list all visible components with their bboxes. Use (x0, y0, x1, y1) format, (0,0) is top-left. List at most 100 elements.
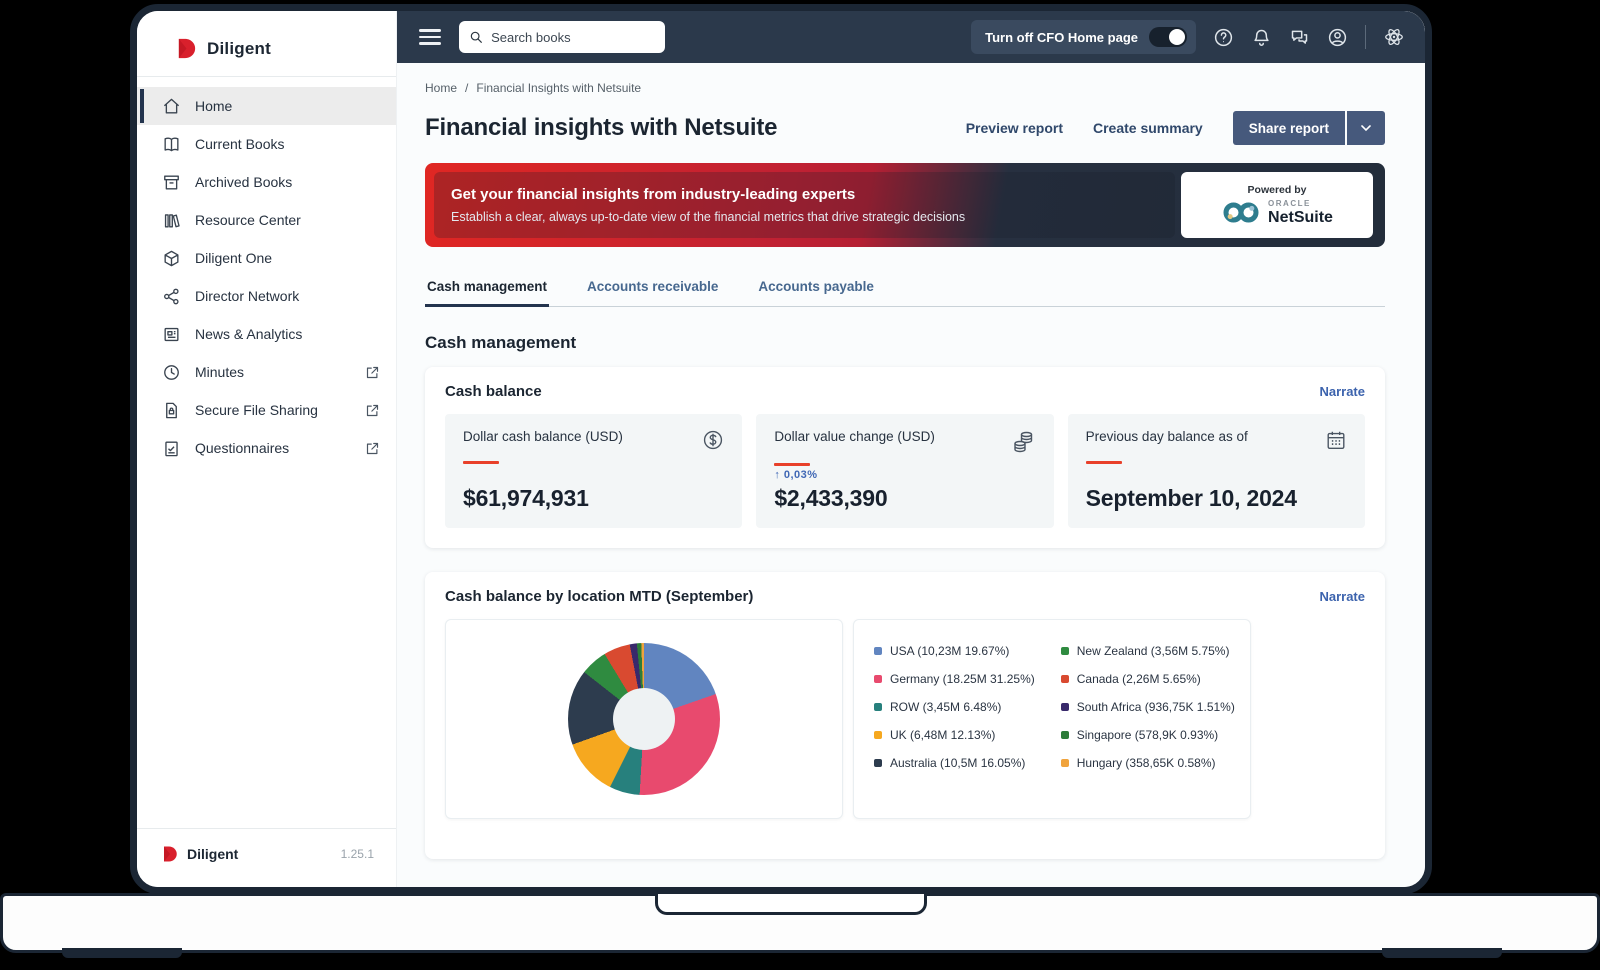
sidebar-item-diligent-one[interactable]: Diligent One (137, 239, 396, 277)
legend-label: Australia (10,5M 16.05%) (890, 756, 1025, 770)
tab-cash-management[interactable]: Cash management (425, 273, 549, 307)
legend-item: Hungary (358,65K 0.58%) (1061, 756, 1235, 770)
sidebar-footer: Diligent 1.25.1 (137, 828, 396, 887)
cfo-home-toggle-label: Turn off CFO Home page (985, 30, 1138, 45)
secure-file-icon (162, 401, 181, 420)
legend-swatch (874, 759, 882, 767)
menu-icon[interactable] (419, 29, 441, 45)
external-link-icon (365, 441, 380, 456)
profile-icon[interactable] (1327, 27, 1348, 48)
library-icon (162, 211, 181, 230)
sidebar-item-home[interactable]: Home (137, 87, 396, 125)
laptop-foot-left (62, 948, 182, 958)
report-tabs: Cash management Accounts receivable Acco… (425, 273, 1385, 307)
notifications-bell-icon[interactable] (1251, 27, 1272, 48)
oracle-label: ORACLE (1268, 199, 1333, 208)
sidebar-item-label: News & Analytics (195, 326, 302, 342)
accent-bar (463, 461, 499, 464)
page-title: Financial insights with Netsuite (425, 114, 777, 142)
sidebar-item-label: Current Books (195, 136, 284, 152)
legend-label: Hungary (358,65K 0.58%) (1077, 756, 1216, 770)
sidebar-item-label: Questionnaires (195, 440, 289, 456)
share-report-dropdown-button[interactable] (1347, 111, 1385, 145)
search-input[interactable] (491, 30, 655, 45)
netsuite-label: NetSuite (1268, 209, 1333, 227)
main-area: Turn off CFO Home page Home / Financial … (397, 11, 1425, 887)
legend-label: Canada (2,26M 5.65%) (1077, 672, 1201, 686)
promo-banner: Get your financial insights from industr… (425, 163, 1385, 247)
create-summary-button[interactable]: Create summary (1093, 120, 1203, 136)
netsuite-logo-icon (1221, 199, 1261, 226)
calendar-icon (1325, 429, 1347, 451)
legend-label: Germany (18.25M 31.25%) (890, 672, 1035, 686)
chat-icon[interactable] (1289, 27, 1310, 48)
search-icon (469, 29, 483, 45)
legend-swatch (874, 703, 882, 711)
cash-balance-card: Cash balance Narrate Dollar cash balance… (425, 367, 1385, 548)
breadcrumb-current: Financial Insights with Netsuite (476, 81, 641, 95)
sidebar-item-secure-file-sharing[interactable]: Secure File Sharing (137, 391, 396, 429)
newspaper-icon (162, 325, 181, 344)
metric-value: $61,974,931 (463, 485, 724, 512)
location-card-title: Cash balance by location MTD (September) (445, 588, 753, 605)
clock-icon (162, 363, 181, 382)
home-icon (162, 97, 181, 116)
legend-label: USA (10,23M 19.67%) (890, 644, 1009, 658)
sidebar-item-label: Home (195, 98, 232, 114)
external-link-icon (365, 403, 380, 418)
sidebar: Diligent Home Current Books Archived Boo… (137, 11, 397, 887)
cash-balance-by-location-card: Cash balance by location MTD (September)… (425, 572, 1385, 859)
legend-label: South Africa (936,75K 1.51%) (1077, 700, 1235, 714)
section-title: Cash management (425, 333, 1385, 353)
legend-swatch (1061, 703, 1069, 711)
sidebar-item-label: Diligent One (195, 250, 272, 266)
topbar-divider (1365, 25, 1366, 49)
legend-swatch (874, 647, 882, 655)
external-link-icon (365, 365, 380, 380)
laptop-foot-right (1382, 948, 1502, 958)
diligent-wordmark: Diligent (207, 39, 271, 59)
legend-label: ROW (3,45M 6.48%) (890, 700, 1001, 714)
sidebar-item-minutes[interactable]: Minutes (137, 353, 396, 391)
legend-column-2: New Zealand (3,56M 5.75%)Canada (2,26M 5… (1061, 644, 1235, 800)
narrate-link[interactable]: Narrate (1319, 589, 1365, 604)
sidebar-item-label: Director Network (195, 288, 299, 304)
search-box[interactable] (459, 21, 665, 53)
coins-icon (1012, 429, 1036, 453)
legend-swatch (1061, 759, 1069, 767)
sidebar-item-director-network[interactable]: Director Network (137, 277, 396, 315)
help-icon[interactable] (1213, 27, 1234, 48)
legend-item: Germany (18.25M 31.25%) (874, 672, 1035, 686)
metric-value: $2,433,390 (774, 485, 1035, 512)
sidebar-item-news-analytics[interactable]: News & Analytics (137, 315, 396, 353)
legend-label: Singapore (578,9K 0.93%) (1077, 728, 1218, 742)
tab-accounts-receivable[interactable]: Accounts receivable (585, 273, 720, 306)
sidebar-item-archived-books[interactable]: Archived Books (137, 163, 396, 201)
tab-accounts-payable[interactable]: Accounts payable (756, 273, 876, 306)
legend-item: ROW (3,45M 6.48%) (874, 700, 1035, 714)
dollar-circle-icon (702, 429, 724, 451)
share-report-button[interactable]: Share report (1233, 111, 1345, 145)
sidebar-item-current-books[interactable]: Current Books (137, 125, 396, 163)
legend-column-1: USA (10,23M 19.67%) Germany (18.25M 31.25… (874, 644, 1035, 800)
metric-tile-dollar-value-change: Dollar value change (USD) ↑ 0,03% $2,433… (756, 414, 1053, 528)
metric-label: Dollar cash balance (USD) (463, 429, 623, 444)
atom-icon[interactable] (1383, 26, 1405, 48)
cfo-home-toggle[interactable] (1149, 27, 1187, 47)
chevron-down-icon (1358, 120, 1374, 136)
diligent-logo: Diligent (137, 11, 396, 77)
sidebar-nav: Home Current Books Archived Books Resour… (137, 87, 396, 467)
page-content: Home / Financial Insights with Netsuite … (397, 63, 1425, 887)
narrate-link[interactable]: Narrate (1319, 384, 1365, 399)
breadcrumb-home[interactable]: Home (425, 81, 457, 95)
sidebar-item-resource-center[interactable]: Resource Center (137, 201, 396, 239)
cfo-home-toggle-pill: Turn off CFO Home page (971, 20, 1196, 54)
cube-icon (162, 249, 181, 268)
legend-swatch (874, 731, 882, 739)
legend-swatch (874, 675, 882, 683)
sidebar-item-questionnaires[interactable]: Questionnaires (137, 429, 396, 467)
preview-report-button[interactable]: Preview report (966, 120, 1063, 136)
legend-swatch (1061, 731, 1069, 739)
accent-bar (1086, 461, 1122, 464)
banner-subtext: Establish a clear, always up-to-date vie… (451, 210, 1155, 224)
